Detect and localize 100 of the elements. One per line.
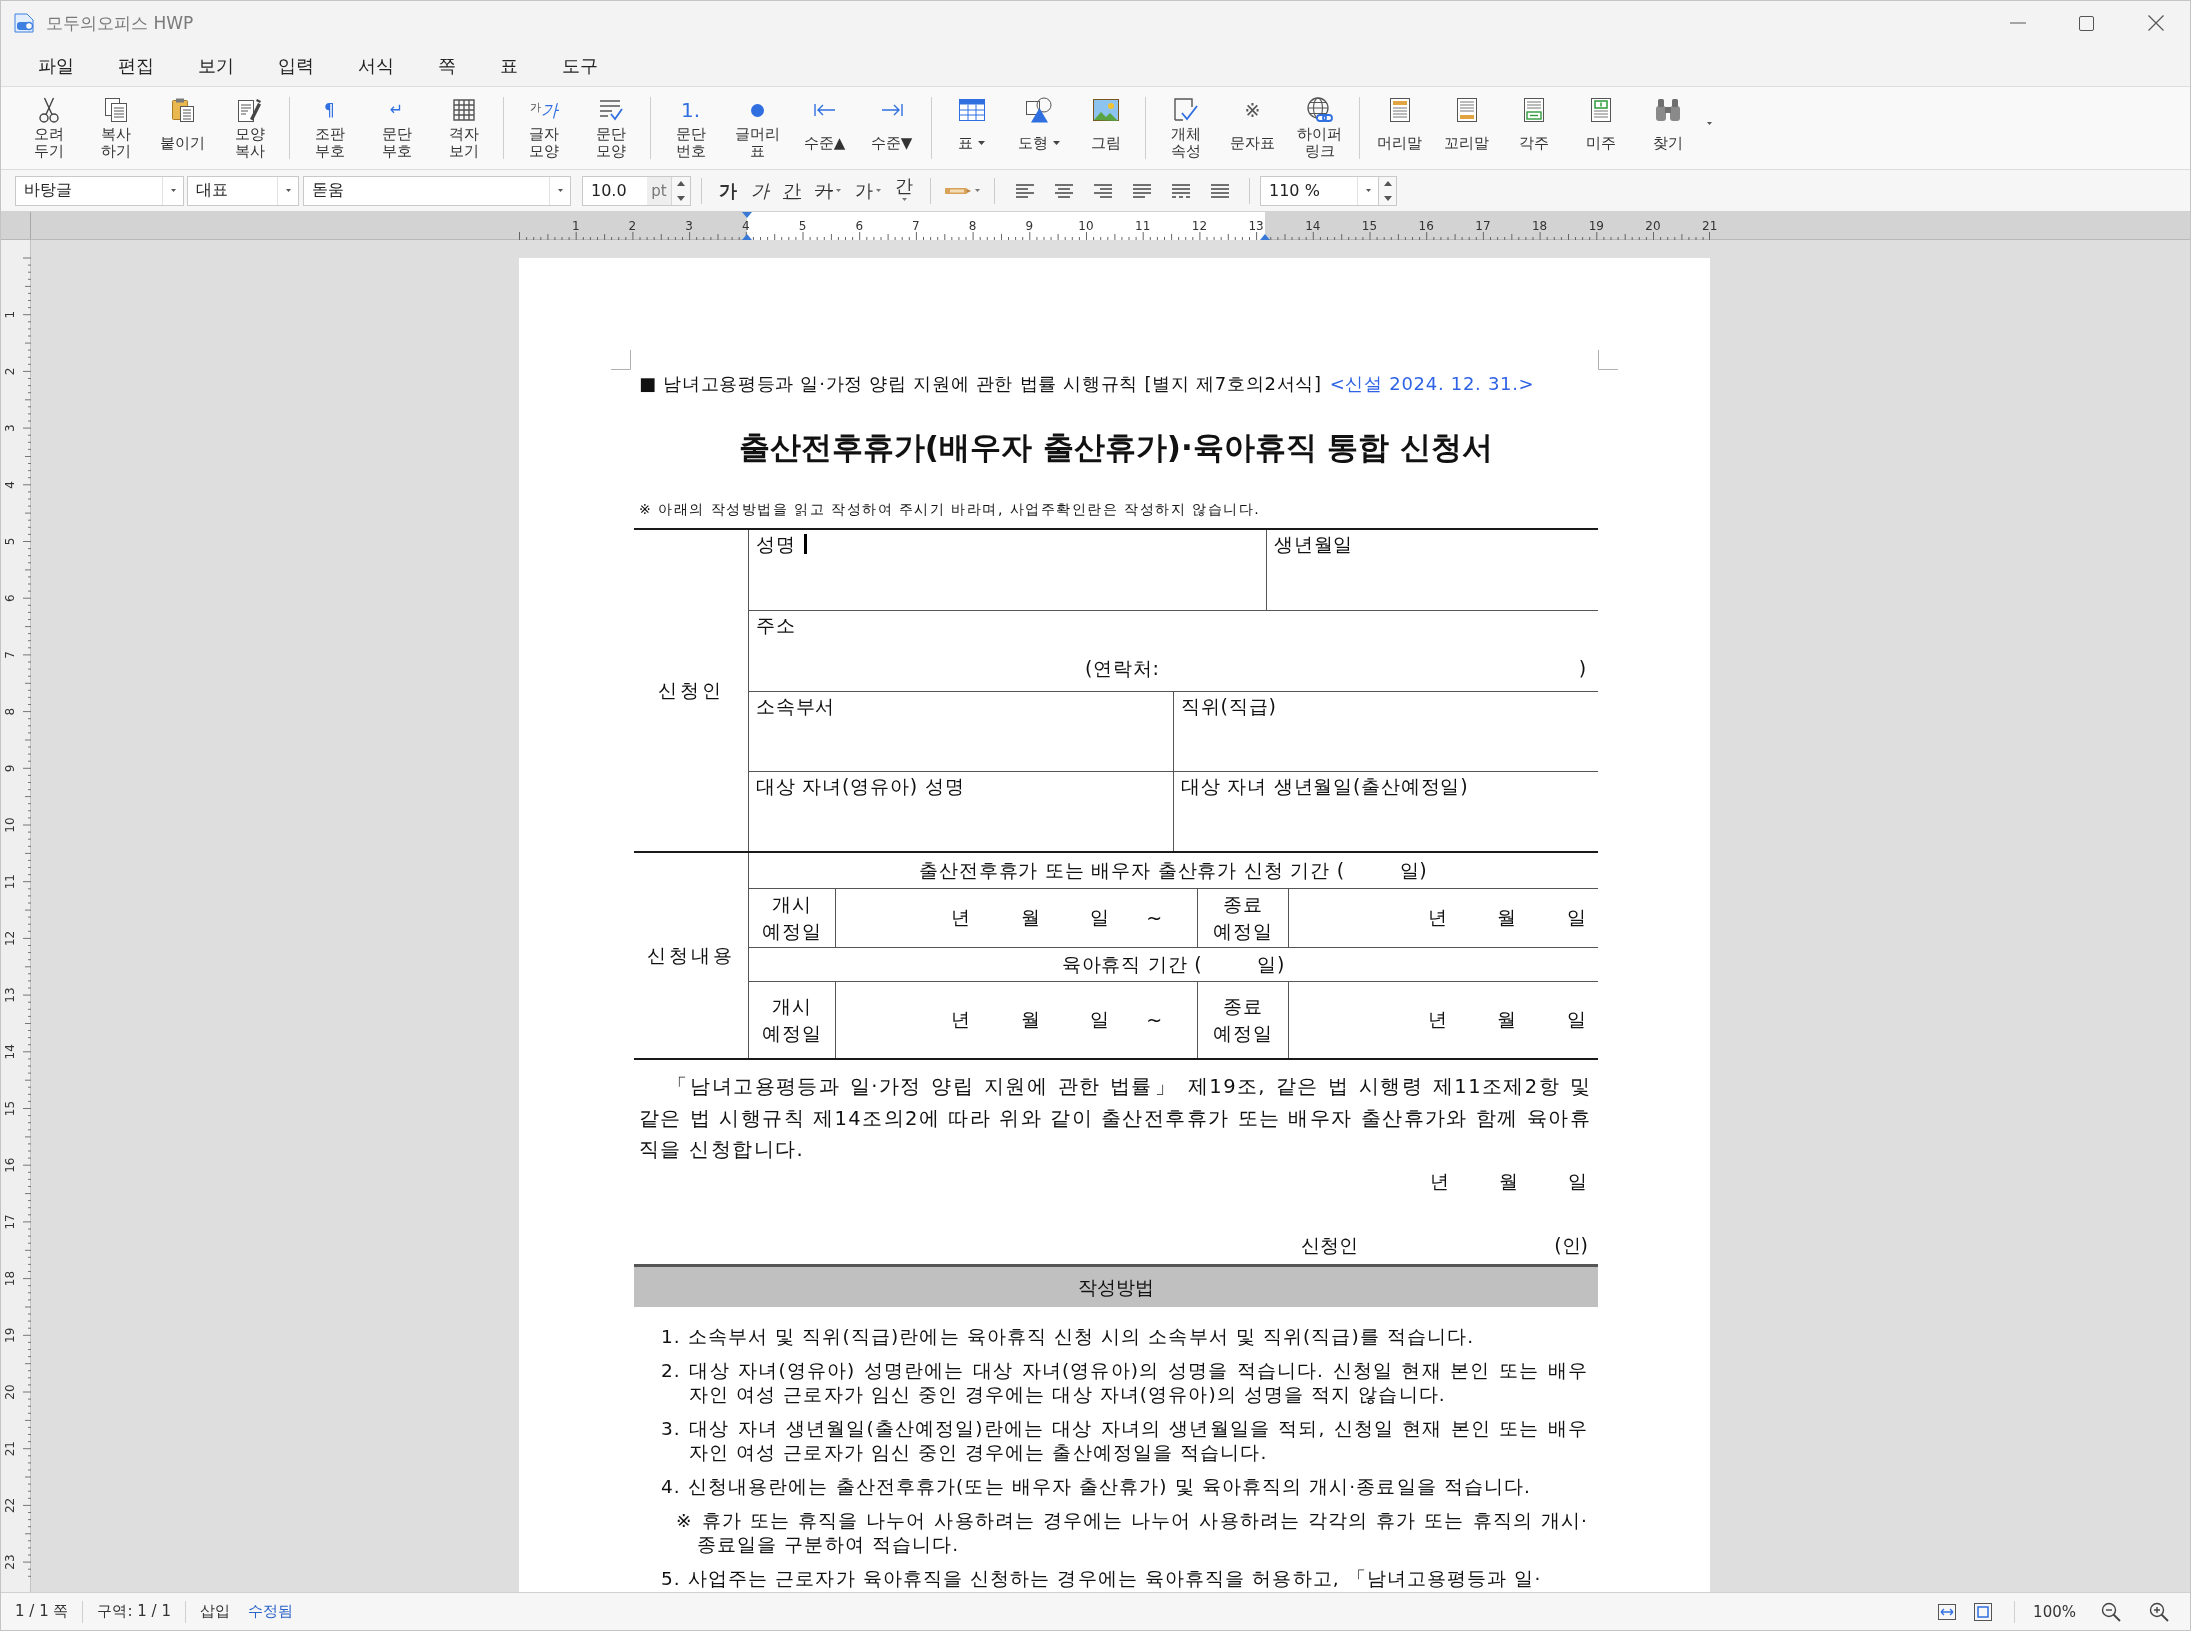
- footnote-button[interactable]: 각주: [1500, 91, 1567, 165]
- outdent-arrow-icon: [813, 103, 836, 117]
- scissors-icon: [38, 97, 59, 123]
- caret-icon: [1706, 121, 1712, 125]
- underline-button[interactable]: 간: [776, 174, 808, 207]
- ruler-number: 11: [3, 874, 17, 890]
- paragraph-number-button[interactable]: 1. 문단 번호: [657, 91, 724, 165]
- date-unit: 월: [1020, 1007, 1041, 1032]
- ruler-number: 22: [3, 1497, 17, 1514]
- date-unit: 년: [1430, 1168, 1449, 1194]
- page-indicator: 1 / 1 쪽: [15, 1602, 69, 1621]
- ruler-number: 16: [1418, 219, 1434, 233]
- instruction-item: 3. 대상 자녀 생년월일(출산예정일)란에는 대상 자녀의 생년월일을 적되, 신청일 현재 본인 또는 배우자인 여성 근로자가 임신 중인 경우에는 출산예정일을 적습니다.: [660, 1416, 1589, 1465]
- ruler-number: 5: [798, 219, 807, 233]
- ruler-number: 8: [3, 707, 17, 716]
- field-label: 주소: [756, 613, 796, 638]
- ruler-number: 17: [3, 1214, 17, 1230]
- bullet-icon: [751, 103, 764, 117]
- font-size-field[interactable]: 10.0 pt: [582, 175, 691, 206]
- ruler-number: 12: [1191, 219, 1208, 233]
- date-field[interactable]: 년 월 일: [1289, 889, 1598, 947]
- char-spacing-button[interactable]: 간: [888, 174, 920, 207]
- ruler-number: 15: [1361, 219, 1378, 233]
- bullet-button[interactable]: 글머리 표: [724, 91, 791, 165]
- signature-label: 신청인: [1301, 1232, 1358, 1258]
- date-field[interactable]: 년 월 일 ~: [836, 982, 1197, 1058]
- strikethrough-button[interactable]: 가: [808, 174, 848, 207]
- italic-button[interactable]: 가: [744, 174, 776, 207]
- date-label: 종료 예정일: [1197, 982, 1289, 1058]
- header-button[interactable]: 머리말: [1366, 91, 1433, 165]
- spin-button[interactable]: [1379, 175, 1397, 206]
- menu-item[interactable]: 쪽: [416, 49, 478, 82]
- symbol-button[interactable]: ※ 문자표: [1219, 91, 1286, 165]
- cut-button[interactable]: 오려 두기: [15, 91, 82, 165]
- level-down-button[interactable]: 수준▼: [858, 91, 925, 165]
- copy-button[interactable]: 복사 하기: [82, 91, 149, 165]
- distribute-icon: [1171, 183, 1190, 198]
- date-unit: 일: [1568, 1168, 1587, 1194]
- ruler-number: 20: [3, 1384, 17, 1400]
- footer-button[interactable]: 꼬리말: [1433, 91, 1500, 165]
- menu-item[interactable]: 입력: [256, 49, 336, 82]
- menu-item[interactable]: 서식: [336, 49, 416, 82]
- picture-button[interactable]: 그림: [1072, 91, 1139, 165]
- period-heading: 출산전후휴가 또는 배우자 출산휴가 신청 기간 ( 일): [749, 853, 1598, 889]
- font-dropdown[interactable]: 돋움: [303, 175, 571, 206]
- layout-marks-button[interactable]: ¶ 조판 부호: [296, 91, 363, 165]
- align-center-icon: [1054, 183, 1073, 198]
- form-field[interactable]: 대상 자녀(영유아) 성명: [749, 772, 1173, 851]
- date-field[interactable]: 년 월 일: [1289, 982, 1598, 1058]
- menu-item[interactable]: 파일: [16, 49, 96, 82]
- paragraph-marks-button[interactable]: ↵ 문단 부호: [363, 91, 430, 165]
- caret-icon: [975, 189, 980, 192]
- ruler-number: 23: [3, 1554, 17, 1570]
- ruler-number: 15: [3, 1100, 17, 1117]
- zoom-dropdown[interactable]: 110 %: [1260, 175, 1379, 206]
- form-field[interactable]: 대상 자녀 생년월일(출산예정일): [1173, 772, 1598, 851]
- section-label: 신청내용: [634, 853, 749, 1058]
- instruction-item: ※ 휴가 또는 휴직을 나누어 사용하려는 경우에는 나누어 사용하려는 각각의 휴가 또는 휴직의 개시·종료일을 구분하여 적습니다.: [675, 1508, 1589, 1557]
- spin-button[interactable]: [671, 176, 690, 205]
- form-field[interactable]: 생년월일: [1266, 530, 1598, 610]
- full-page-icon: [1974, 1602, 1993, 1621]
- menu-item[interactable]: 표: [478, 49, 540, 82]
- shape-button[interactable]: 도형: [1005, 91, 1072, 165]
- bold-button[interactable]: 가: [712, 174, 744, 207]
- ruler-number: 14: [3, 1044, 17, 1060]
- form-field[interactable]: 소속부서: [749, 692, 1173, 771]
- menu-item[interactable]: 도구: [540, 49, 620, 82]
- text-color-button[interactable]: 가: [848, 174, 888, 207]
- level-up-button[interactable]: 수준▲: [791, 91, 858, 165]
- document-pen-icon: [237, 98, 262, 122]
- menu-item[interactable]: 편집: [96, 49, 176, 82]
- paste-button[interactable]: 붙이기: [149, 91, 216, 165]
- form-field[interactable]: 직위(직급): [1173, 692, 1598, 771]
- document-title: 출산전후휴가(배우자 출산휴가)·육아휴직 통합 신청서: [737, 428, 1495, 467]
- date-field[interactable]: 년 월 일 ~: [836, 889, 1197, 947]
- instruction-item: 2. 대상 자녀(영유아) 성명란에는 대상 자녀(영유아)의 성명을 적습니다. 신청일 현재 본인 또는 배우자인 여성 근로자가 임신 중인 경우에는 대상 자녀(영유아)의 성명을 적지 않습니다.: [660, 1358, 1589, 1407]
- binoculars-icon: [1654, 98, 1681, 122]
- form-field[interactable]: 주소 (연락처: ): [749, 611, 1598, 691]
- minimize-icon: [2009, 22, 2026, 24]
- grid-view-button[interactable]: 격자 보기: [430, 91, 497, 165]
- hyperlink-button[interactable]: 하이퍼 링크: [1286, 91, 1353, 165]
- ruler-number: 8: [968, 219, 977, 233]
- format-copy-button[interactable]: 모양 복사: [216, 91, 283, 165]
- instruction-item: 4. 신청내용란에는 출산전후휴가(또는 배우자 출산휴가) 및 육아휴직의 개시·종료일을 적습니다.: [660, 1474, 1533, 1499]
- endnote-button[interactable]: 미주: [1567, 91, 1634, 165]
- paragraph-shape-button[interactable]: 문단 모양: [577, 91, 644, 165]
- form-field[interactable]: 성명: [749, 530, 1266, 610]
- grid-icon: [452, 99, 475, 121]
- field-label: 대상 자녀 생년월일(출산예정일): [1181, 774, 1469, 799]
- field-label: 생년월일: [1274, 532, 1354, 557]
- style-dropdown[interactable]: 바탕글: [15, 175, 184, 206]
- object-properties-button[interactable]: 개체 속성: [1152, 91, 1219, 165]
- endnote-page-icon: [1590, 98, 1611, 122]
- caret-icon: [1365, 189, 1371, 192]
- language-dropdown[interactable]: 대표: [187, 175, 299, 206]
- find-button[interactable]: 찾기: [1634, 91, 1701, 165]
- menu-item[interactable]: 보기: [176, 49, 256, 82]
- lines-check-icon: [598, 99, 623, 121]
- table-button[interactable]: 표: [938, 91, 1005, 165]
- footnote-page-icon: [1523, 98, 1544, 122]
